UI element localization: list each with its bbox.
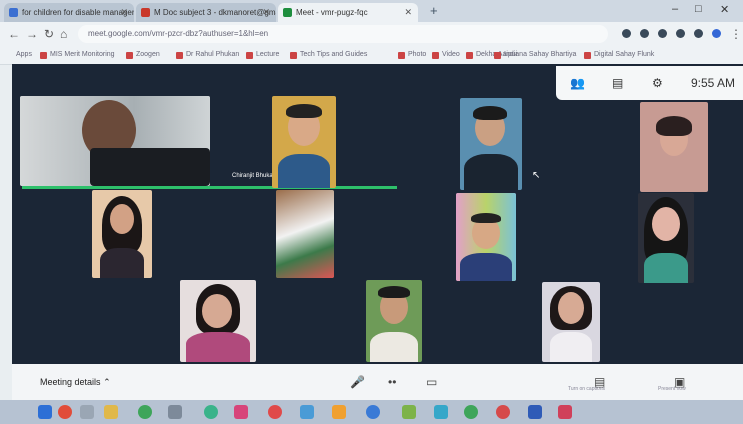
bookmark-icon [466, 52, 473, 59]
address-bar-row: ← → ↻ ⌂ meet.google.com/vmr-pzcr-dbz?aut… [0, 22, 743, 46]
bookmark-item[interactable]: Lecture [246, 49, 279, 61]
back-arrow-icon[interactable]: ← [8, 27, 20, 41]
taskview-icon[interactable] [80, 405, 94, 419]
bookmark-item[interactable]: MIS Merit Monitoring [40, 49, 115, 61]
close-tab-icon[interactable]: ✕ [120, 3, 128, 22]
tab-favicon-icon [9, 8, 18, 17]
people-icon[interactable]: 👥 [570, 76, 585, 90]
bookmark-icon [398, 52, 405, 59]
bookmark-icon [176, 52, 183, 59]
bookmark-item[interactable]: Photo [398, 49, 426, 61]
bookmark-icon [290, 52, 297, 59]
extension-icon[interactable] [622, 29, 631, 38]
bookmark-icon [432, 52, 439, 59]
speaker-indicator [22, 186, 397, 189]
participant-tile[interactable] [638, 193, 694, 283]
active-speaker-name: Chiranjit Bhukan [232, 173, 277, 179]
store-icon[interactable] [168, 405, 182, 419]
new-tab-button[interactable]: + [430, 3, 438, 18]
meet-bottom-bar: Meeting details ⌃ 🎤 •• ▭ ▤ Turn on capti… [12, 364, 743, 400]
mail-icon[interactable] [234, 405, 248, 419]
profile-avatar-icon[interactable] [712, 29, 721, 38]
participant-tile[interactable] [456, 193, 516, 281]
windows-start-icon[interactable] [38, 405, 52, 419]
chrome-icon[interactable] [138, 405, 152, 419]
photos-icon[interactable] [300, 405, 314, 419]
bookmark-item[interactable]: Digital Sahay Flunk [584, 49, 654, 61]
camera-icon[interactable]: ▭ [426, 375, 437, 389]
participant-tile[interactable] [460, 98, 522, 190]
bookmark-item[interactable]: Indiana Sahay Bhartiya [494, 49, 576, 61]
phone-screen [90, 148, 210, 186]
bookmarks-bar: Apps MIS Merit Monitoring Zoogen Dr Rahu… [0, 46, 743, 65]
bookmark-item[interactable]: Dr Rahul Phukan [176, 49, 239, 61]
headset-icon[interactable] [366, 405, 380, 419]
participant-tile-presenter[interactable] [20, 96, 210, 186]
meet-top-controls: 👥 ▤ ⚙ 9:55 AM [556, 66, 743, 100]
reload-icon[interactable]: ↻ [44, 27, 54, 41]
participant-tile[interactable] [640, 102, 708, 192]
bookmark-item[interactable]: Zoogen [126, 49, 160, 61]
bookmark-item[interactable]: Tech Tips and Guides [290, 49, 367, 61]
activities-icon[interactable]: ⚙ [652, 76, 663, 90]
participant-tile[interactable] [366, 280, 422, 362]
participant-tile[interactable] [180, 280, 256, 362]
close-window-button[interactable]: ✕ [720, 3, 729, 16]
close-tab-icon[interactable]: ✕ [262, 3, 270, 22]
app-icon[interactable] [558, 405, 572, 419]
pen-icon[interactable] [402, 405, 416, 419]
browser-tab-bar: for children for disable manager ✕ M Doc… [0, 0, 743, 22]
end-call-icon[interactable]: •• [388, 375, 396, 389]
participant-tile[interactable] [276, 190, 334, 278]
file-explorer-icon[interactable] [104, 405, 118, 419]
vlc-icon[interactable] [332, 405, 346, 419]
extension-icon[interactable] [694, 29, 703, 38]
url-field[interactable]: meet.google.com/vmr-pzcr-dbz?authuser=1&… [78, 25, 608, 43]
bookmark-icon [40, 52, 47, 59]
participant-tile[interactable] [92, 190, 152, 278]
bookmark-icon [584, 52, 591, 59]
extension-icon[interactable] [676, 29, 685, 38]
meeting-details-button[interactable]: Meeting details ⌃ [40, 377, 111, 388]
browser-tab-1[interactable]: for children for disable manager ✕ [4, 3, 134, 22]
participant-face [202, 294, 232, 328]
participant-face [110, 204, 134, 234]
chat-icon[interactable]: ▤ [612, 76, 623, 90]
clock-time: 9:55 AM [690, 76, 735, 90]
search-icon[interactable] [58, 405, 72, 419]
mic-icon[interactable]: 🎤 [350, 375, 365, 389]
edge-icon[interactable] [204, 405, 218, 419]
participant-face [558, 292, 584, 324]
extension-icon[interactable] [658, 29, 667, 38]
chevron-up-icon: ⌃ [103, 377, 111, 387]
bookmark-icon [246, 52, 253, 59]
extension-icon[interactable] [640, 29, 649, 38]
close-tab-icon[interactable]: ✕ [404, 3, 412, 22]
participant-tile[interactable] [272, 96, 336, 188]
participant-face [652, 207, 680, 241]
bookmark-item[interactable]: Video [432, 49, 460, 61]
windows-taskbar [0, 400, 743, 424]
present-label: Present now [658, 386, 686, 392]
maximize-button[interactable]: □ [695, 3, 702, 15]
terminal-icon[interactable] [434, 405, 448, 419]
gmail-icon [141, 8, 150, 17]
meet-favicon-icon [283, 8, 292, 17]
bookmark-icon [126, 52, 133, 59]
bookmark-icon [494, 52, 501, 59]
home-icon[interactable]: ⌂ [60, 27, 67, 41]
mouse-cursor-icon: ↖ [532, 170, 541, 181]
minimize-button[interactable]: – [672, 3, 678, 15]
participant-tile[interactable] [542, 282, 600, 362]
menu-dots-icon[interactable]: ⋮ [730, 27, 742, 41]
captions-label: Turn on captions [568, 386, 606, 392]
opera-icon[interactable] [268, 405, 282, 419]
browser-tab-3[interactable]: Meet - vmr-pugz-fqc ✕ [278, 3, 418, 22]
bookmark-item[interactable]: Apps [6, 49, 32, 61]
word-icon[interactable] [528, 405, 542, 419]
browser-tab-2[interactable]: M Doc subject 3 - dkmanoret@gmail ✕ [136, 3, 276, 22]
chrome-icon[interactable] [464, 405, 478, 419]
forward-arrow-icon[interactable]: → [26, 27, 38, 41]
meet-icon[interactable] [496, 405, 510, 419]
